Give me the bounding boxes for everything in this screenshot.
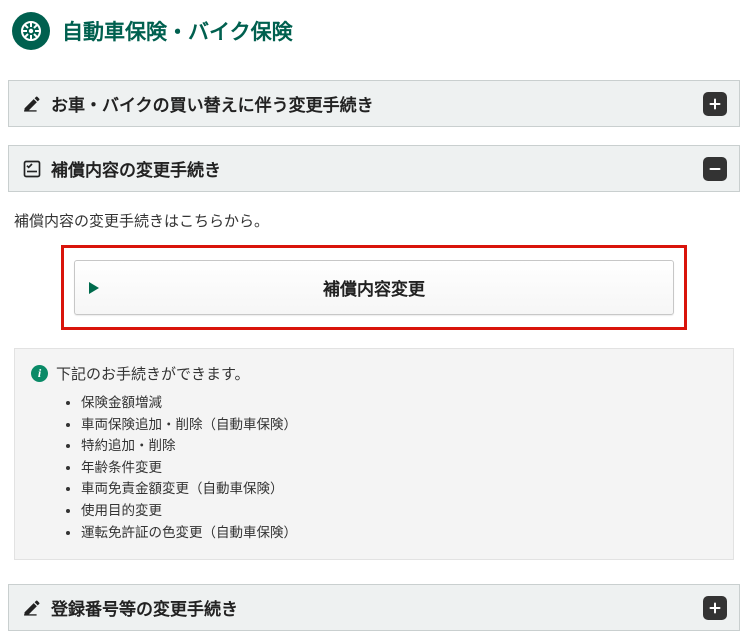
coverage-info-box: i 下記のお手続きができます。 保険金額増減 車両保険追加・削除（自動車保険） … [14,348,734,560]
accordion-title: 補償内容の変更手続き [51,156,703,181]
list-item: 年齢条件変更 [81,457,717,479]
expand-icon [703,596,727,620]
list-item: 保険金額増減 [81,392,717,414]
page-header: 自動車保険・バイク保険 [8,6,740,62]
page-title: 自動車保険・バイク保険 [62,16,293,46]
coverage-intro-text: 補償内容の変更手続きはこちらから。 [14,210,734,231]
accordion-coverage-change[interactable]: 補償内容の変更手続き [8,145,740,192]
accordion-vehicle-replace[interactable]: お車・バイクの買い替えに伴う変更手続き [8,80,740,127]
info-lead-row: i 下記のお手続きができます。 [31,363,717,384]
cta-highlight-frame: 補償内容変更 [61,245,687,330]
accordion-title: 登録番号等の変更手続き [51,595,703,620]
info-lead-text: 下記のお手続きができます。 [56,363,250,384]
list-item: 使用目的変更 [81,500,717,522]
accordion-title: お車・バイクの買い替えに伴う変更手続き [51,91,703,116]
accordion-registration-change[interactable]: 登録番号等の変更手続き [8,584,740,631]
play-icon [89,282,99,294]
checklist-icon [21,159,43,179]
info-icon: i [31,365,48,382]
cta-label: 補償内容変更 [323,280,425,299]
edit-icon [21,94,43,114]
list-item: 特約追加・削除 [81,435,717,457]
list-item: 車両免責金額変更（自動車保険） [81,478,717,500]
expand-icon [703,92,727,116]
car-wheel-icon [12,12,50,50]
edit-icon [21,598,43,618]
coverage-change-button[interactable]: 補償内容変更 [74,260,674,315]
list-item: 運転免許証の色変更（自動車保険） [81,522,717,544]
collapse-icon [703,157,727,181]
accordion-coverage-body: 補償内容の変更手続きはこちらから。 補償内容変更 i 下記のお手続きができます。… [8,192,740,566]
coverage-info-list: 保険金額増減 車両保険追加・削除（自動車保険） 特約追加・削除 年齢条件変更 車… [31,392,717,543]
list-item: 車両保険追加・削除（自動車保険） [81,414,717,436]
